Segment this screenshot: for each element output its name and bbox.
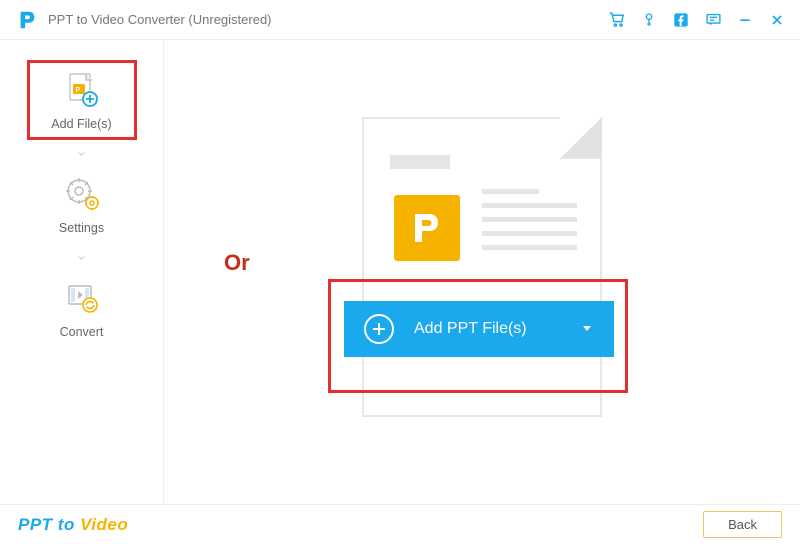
- titlebar: PPT to Video Converter (Unregistered): [0, 0, 800, 40]
- key-icon[interactable]: [640, 11, 658, 29]
- cart-icon[interactable]: [608, 11, 626, 29]
- sidebar-item-label: Convert: [60, 325, 104, 339]
- chevron-down-icon: ⌄: [75, 148, 88, 156]
- back-button[interactable]: Back: [703, 511, 782, 538]
- footer-brand: PPT to Video: [18, 515, 128, 535]
- sidebar: P Add File(s) ⌄ Settings ⌄: [0, 40, 164, 504]
- caret-down-icon[interactable]: [582, 320, 592, 338]
- titlebar-actions: [608, 11, 786, 29]
- chevron-down-icon: ⌄: [75, 252, 88, 260]
- settings-icon: [61, 173, 103, 215]
- main-panel: Or Add PPT File(s): [164, 40, 800, 504]
- svg-text:P: P: [75, 87, 80, 94]
- powerpoint-icon: [394, 195, 460, 261]
- sidebar-item-convert[interactable]: Convert: [27, 268, 137, 348]
- plus-circle-icon: [364, 314, 394, 344]
- app-logo-icon: [16, 9, 38, 31]
- footer: PPT to Video Back: [0, 504, 800, 544]
- sidebar-item-label: Settings: [59, 221, 104, 235]
- sidebar-item-label: Add File(s): [51, 117, 111, 131]
- or-label: Or: [224, 250, 250, 276]
- convert-icon: [61, 277, 103, 319]
- document-placeholder: Add PPT File(s): [362, 117, 602, 417]
- close-icon[interactable]: [768, 11, 786, 29]
- add-file-icon: P: [61, 69, 103, 111]
- minimize-icon[interactable]: [736, 11, 754, 29]
- feedback-icon[interactable]: [704, 11, 722, 29]
- facebook-icon[interactable]: [672, 11, 690, 29]
- add-ppt-files-button[interactable]: Add PPT File(s): [344, 301, 614, 357]
- add-ppt-files-label: Add PPT File(s): [414, 320, 527, 338]
- sidebar-item-settings[interactable]: Settings: [27, 164, 137, 244]
- sidebar-item-add-files[interactable]: P Add File(s): [27, 60, 137, 140]
- window-title: PPT to Video Converter (Unregistered): [48, 12, 272, 27]
